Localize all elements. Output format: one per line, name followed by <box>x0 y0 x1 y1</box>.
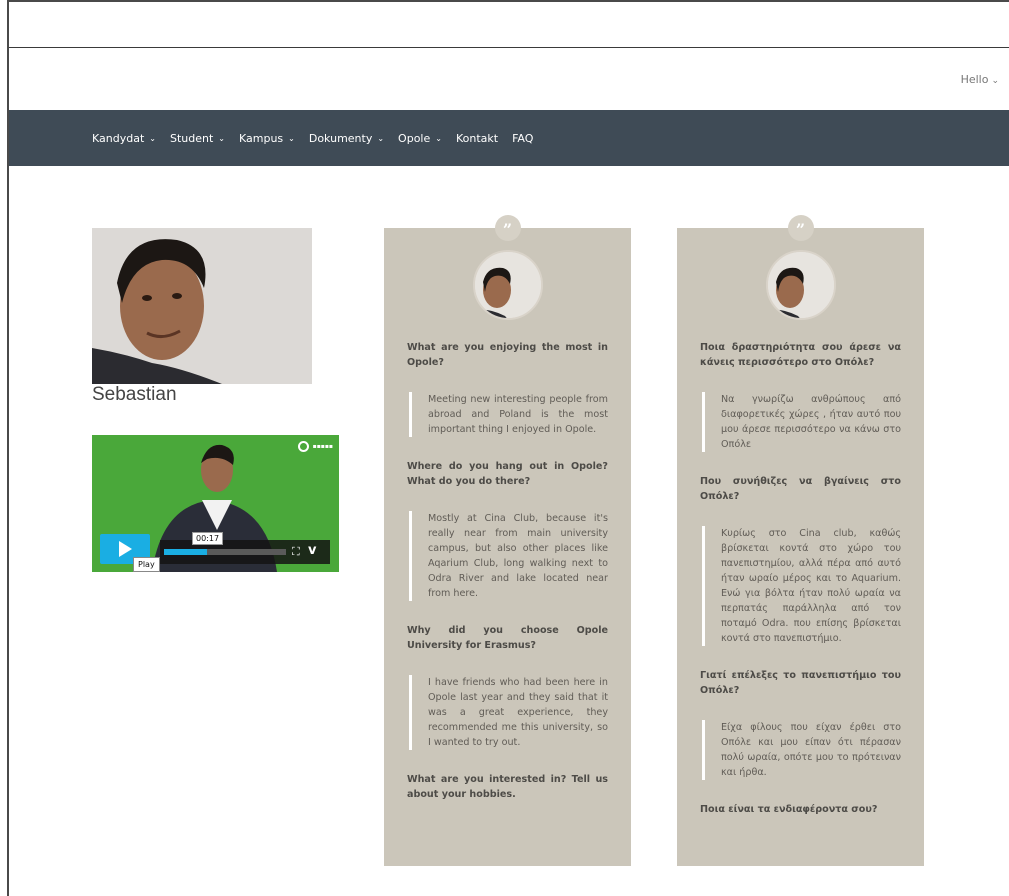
chevron-down-icon: ⌄ <box>218 133 225 143</box>
nav-item-kontakt[interactable]: Kontakt <box>456 132 498 145</box>
video-progress-bar[interactable] <box>164 549 286 555</box>
chevron-down-icon: ⌄ <box>288 133 295 143</box>
main-navbar: Kandydat ⌄ Student ⌄ Kampus ⌄ Dokumenty ⌄ Opole ⌄… <box>9 110 1009 166</box>
video-time: 00:17 <box>192 532 224 545</box>
hello-user-menu[interactable]: Hello ⌄ <box>961 73 999 86</box>
quote-icon: ” <box>494 215 521 241</box>
play-icon <box>118 541 132 557</box>
profile-photo <box>92 228 312 384</box>
video-player[interactable]: ▪▪▪▪▪ ⛶ v 00:17 Play <box>92 435 339 572</box>
hello-label: Hello <box>960 73 989 86</box>
avatar <box>472 250 543 320</box>
chevron-down-icon: ⌄ <box>435 133 442 143</box>
nav-item-kandydat[interactable]: Kandydat ⌄ <box>92 132 156 145</box>
play-tooltip: Play <box>133 557 160 572</box>
testimonial-answer: I have friends who had been here in Opol… <box>409 675 608 750</box>
nav-item-label: Opole <box>398 131 431 145</box>
testimonial-answer: Να γνωρίζω ανθρώπους από διαφορετικές χώ… <box>702 392 901 452</box>
nav-item-label: Kampus <box>238 131 284 145</box>
nav-item-faq[interactable]: FAQ <box>512 132 533 145</box>
testimonial-question: Where do you hang out in Opole? What do … <box>407 461 608 487</box>
top-bar <box>9 2 1009 48</box>
chevron-down-icon: ⌄ <box>991 76 999 86</box>
nav-item-label: Student <box>169 131 214 145</box>
testimonial-question: What are you enjoying the most in Opole? <box>407 342 608 368</box>
testimonial-answer: Mostly at Cina Club, because it's really… <box>409 511 608 601</box>
video-controls: ⛶ v <box>160 540 330 564</box>
testimonial-card-english: ” What are you enjoying the most in Opol… <box>384 215 631 866</box>
nav-item-opole[interactable]: Opole ⌄ <box>398 132 442 145</box>
quote-icon: ” <box>787 215 814 241</box>
avatar <box>765 250 836 320</box>
profile-name: Sebastian <box>92 384 177 405</box>
testimonial-question: Γιατί επέλεξες το πανεπιστήμιο του Οπόλε… <box>700 670 901 696</box>
vimeo-icon[interactable]: v <box>308 543 316 558</box>
nav-item-dokumenty[interactable]: Dokumenty ⌄ <box>309 132 384 145</box>
testimonial-question: Που συνήθιζες να βγαίνεις στο Οπόλε? <box>700 476 901 502</box>
nav-items: Kandydat ⌄ Student ⌄ Kampus ⌄ Dokumenty ⌄ Opole ⌄… <box>9 110 1009 166</box>
nav-item-kampus[interactable]: Kampus ⌄ <box>239 132 295 145</box>
testimonial-question: Why did you choose Opole University for … <box>407 625 608 651</box>
nav-item-label: Kontakt <box>455 131 499 145</box>
chevron-down-icon: ⌄ <box>149 133 156 143</box>
testimonial-answer: Κυρίως στο Cina club, καθώς βρίσκεται κο… <box>702 526 901 646</box>
testimonial-question: What are you interested in? Tell us abou… <box>407 774 608 800</box>
testimonial-card-greek: ” Ποια δραστηριότητα σου άρεσε να κάνεις… <box>677 215 924 866</box>
nav-item-label: Kandydat <box>92 131 145 145</box>
nav-item-label: FAQ <box>512 131 534 145</box>
testimonial-answer: Meeting new interesting people from abro… <box>409 392 608 437</box>
testimonial-question: Ποια δραστηριότητα σου άρεσε να κάνεις π… <box>700 342 901 368</box>
video-progress-fill <box>164 549 207 555</box>
video-logo: ▪▪▪▪▪ <box>297 441 333 452</box>
nav-item-label: Dokumenty <box>308 131 373 145</box>
fullscreen-icon[interactable]: ⛶ <box>292 545 300 559</box>
chevron-down-icon: ⌄ <box>377 133 385 143</box>
testimonial-answer: Είχα φίλους που είχαν έρθει στο Οπόλε κα… <box>702 720 901 780</box>
testimonial-question: Ποια είναι τα ενδιαφέροντα σου? <box>700 804 878 815</box>
nav-item-student[interactable]: Student ⌄ <box>170 132 225 145</box>
